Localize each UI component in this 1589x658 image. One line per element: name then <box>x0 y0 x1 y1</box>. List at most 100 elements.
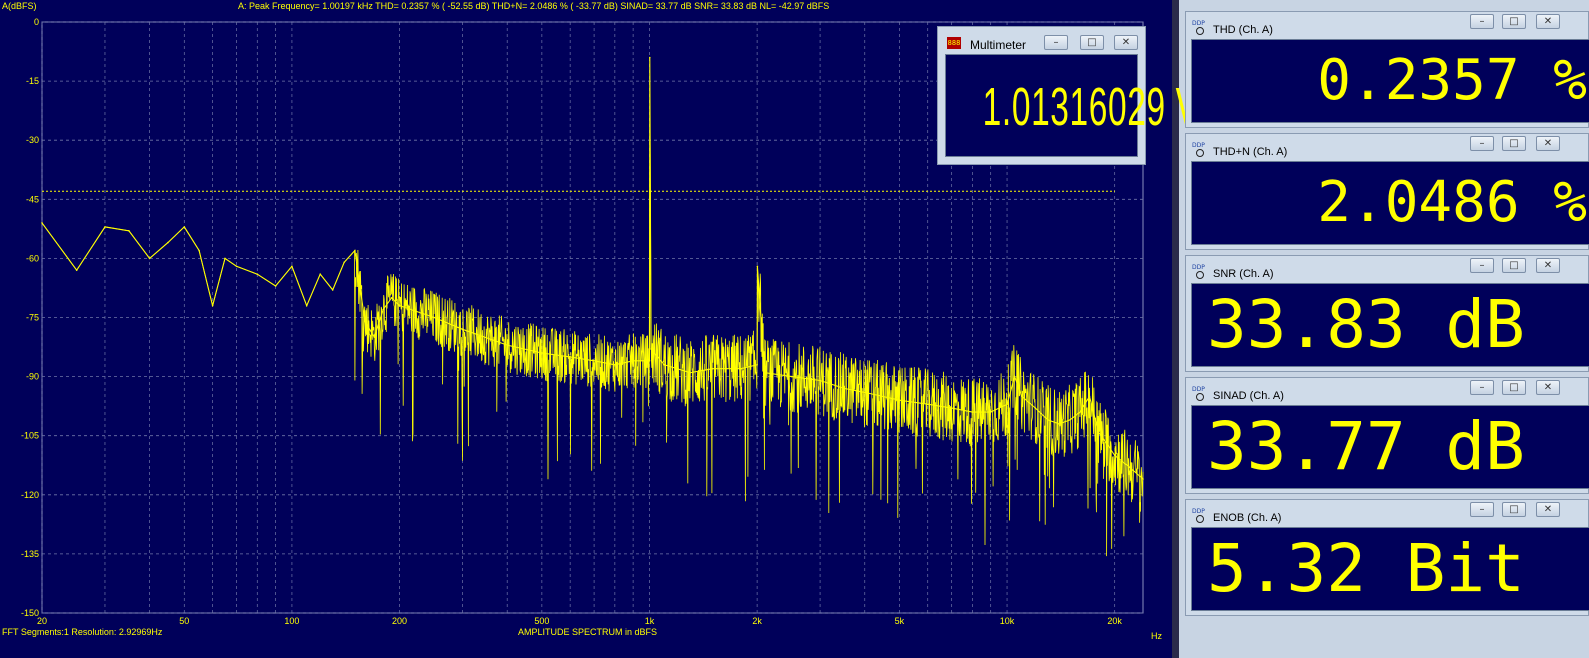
spectrum-point <box>569 356 571 358</box>
minimize-button[interactable]: – <box>1470 502 1494 517</box>
close-icon: ✕ <box>1543 382 1553 393</box>
spectrum-point <box>926 403 929 406</box>
spectrum-point <box>1021 395 1023 398</box>
x-axis-unit: Hz <box>1151 631 1162 641</box>
spectrum-point <box>843 387 845 390</box>
y-tick-label: -45 <box>26 194 39 204</box>
minimize-button[interactable]: – <box>1470 136 1494 151</box>
x-tick-label: 20 <box>37 616 47 626</box>
close-button[interactable]: ✕ <box>1536 258 1560 273</box>
magnifier-icon <box>1196 393 1204 401</box>
maximize-button[interactable]: □ <box>1502 14 1526 29</box>
x-tick-label: 500 <box>534 616 549 626</box>
minimize-button[interactable]: – <box>1470 258 1494 273</box>
multimeter-window[interactable]: 888 Multimeter – □ ✕ 1.01316029 V <box>937 26 1198 165</box>
spectrum-noise-trace <box>41 139 1144 557</box>
snr-panel[interactable]: DDP SNR (Ch. A) – □ ✕ 33.83 dB <box>1185 255 1589 372</box>
spectrum-point <box>128 230 130 232</box>
spectrum-point <box>398 304 401 307</box>
minimize-icon: – <box>1479 16 1485 27</box>
panel-title: ENOB (Ch. A) <box>1213 512 1282 524</box>
spectrum-point <box>1058 423 1061 425</box>
ddp-icon: DDP <box>1192 508 1207 523</box>
close-button[interactable]: ✕ <box>1536 14 1560 29</box>
thdn-value: 2.0486 % <box>1317 170 1587 235</box>
magnifier-icon <box>1196 149 1204 157</box>
maximize-icon: □ <box>1509 504 1519 515</box>
spectrum-point <box>1105 442 1108 445</box>
maximize-button[interactable]: □ <box>1080 35 1104 50</box>
ddp-icon: DDP <box>1192 142 1207 157</box>
spectrum-point <box>390 297 393 299</box>
spectrum-point <box>343 261 346 264</box>
spectrum-point <box>648 360 651 362</box>
minimize-icon: – <box>1053 37 1059 48</box>
minimize-button[interactable]: – <box>1044 35 1068 50</box>
multimeter-title-bar[interactable]: 888 Multimeter – □ ✕ <box>942 30 1142 52</box>
y-tick-label: -30 <box>26 135 39 145</box>
spectrum-point <box>1142 478 1144 480</box>
maximize-button[interactable]: □ <box>1502 502 1526 517</box>
spectrum-point <box>354 249 356 252</box>
spectrum-point <box>1097 431 1100 433</box>
spectrum-point <box>819 379 821 382</box>
spectrum-point <box>319 273 322 276</box>
maximize-icon: □ <box>1509 138 1519 149</box>
spectrum-point <box>198 249 200 252</box>
panel-title: THD (Ch. A) <box>1213 24 1273 36</box>
thd-panel[interactable]: DDP THD (Ch. A) – □ ✕ 0.2357 % <box>1185 11 1589 128</box>
spectrum-point <box>224 257 226 260</box>
y-tick-label: 0 <box>34 17 39 27</box>
spectrum-point <box>274 285 277 287</box>
thdn-panel[interactable]: DDP THD+N (Ch. A) – □ ✕ 2.0486 % <box>1185 133 1589 250</box>
spectrum-point <box>167 241 169 244</box>
spectrum-point <box>104 226 106 228</box>
maximize-button[interactable]: □ <box>1502 380 1526 395</box>
spectrum-point <box>711 367 714 370</box>
spectrum-point <box>541 352 543 354</box>
y-tick-label: -120 <box>21 490 39 500</box>
spectrum-point <box>211 304 214 307</box>
maximize-button[interactable]: □ <box>1502 136 1526 151</box>
spectrum-point <box>632 360 634 362</box>
sinad-panel[interactable]: DDP SINAD (Ch. A) – □ ✕ 33.77 dB <box>1185 377 1589 494</box>
ddp-icon: DDP <box>1192 264 1207 279</box>
panel-title: SINAD (Ch. A) <box>1213 390 1284 402</box>
enob-panel[interactable]: DDP ENOB (Ch. A) – □ ✕ 5.32 Bit <box>1185 499 1589 616</box>
y-tick-label: -15 <box>26 76 39 86</box>
x-tick-label: 5k <box>895 616 905 626</box>
spectrum-point <box>1128 466 1131 469</box>
analyzer-footer: FFT Segments:1 Resolution: 2.92969Hz AMP… <box>0 626 1179 642</box>
close-button[interactable]: ✕ <box>1114 35 1138 50</box>
x-tick-label: 50 <box>179 616 189 626</box>
maximize-button[interactable]: □ <box>1502 258 1526 273</box>
close-button[interactable]: ✕ <box>1536 380 1560 395</box>
minimize-button[interactable]: – <box>1470 14 1494 29</box>
minimize-icon: – <box>1479 382 1485 393</box>
minimize-icon: – <box>1479 260 1485 271</box>
spectrum-point <box>1047 419 1049 421</box>
spectrum-point <box>373 336 376 339</box>
panel-title: THD+N (Ch. A) <box>1213 146 1288 158</box>
close-button[interactable]: ✕ <box>1536 136 1560 151</box>
spectrum-point <box>791 375 793 378</box>
spectrum-point <box>989 411 992 413</box>
spectrum-point <box>331 289 334 291</box>
spectrum-point <box>75 269 78 272</box>
spectrum-point <box>291 265 293 268</box>
minimize-button[interactable]: – <box>1470 380 1494 395</box>
spectrum-point <box>756 364 758 366</box>
snr-value: 33.83 dB <box>1207 286 1525 363</box>
panel-display: 5.32 Bit <box>1191 527 1589 611</box>
close-button[interactable]: ✕ <box>1536 502 1560 517</box>
spectrum-point <box>1069 419 1071 421</box>
maximize-icon: □ <box>1509 260 1519 271</box>
panel-display: 0.2357 % <box>1191 39 1589 123</box>
close-icon: ✕ <box>1543 138 1553 149</box>
minimize-icon: – <box>1479 138 1485 149</box>
y-tick-label: -105 <box>21 431 39 441</box>
magnifier-icon <box>1196 515 1204 523</box>
y-tick-label: -60 <box>26 253 39 263</box>
sinad-value: 33.77 dB <box>1207 408 1525 485</box>
spectrum-point <box>898 399 901 402</box>
